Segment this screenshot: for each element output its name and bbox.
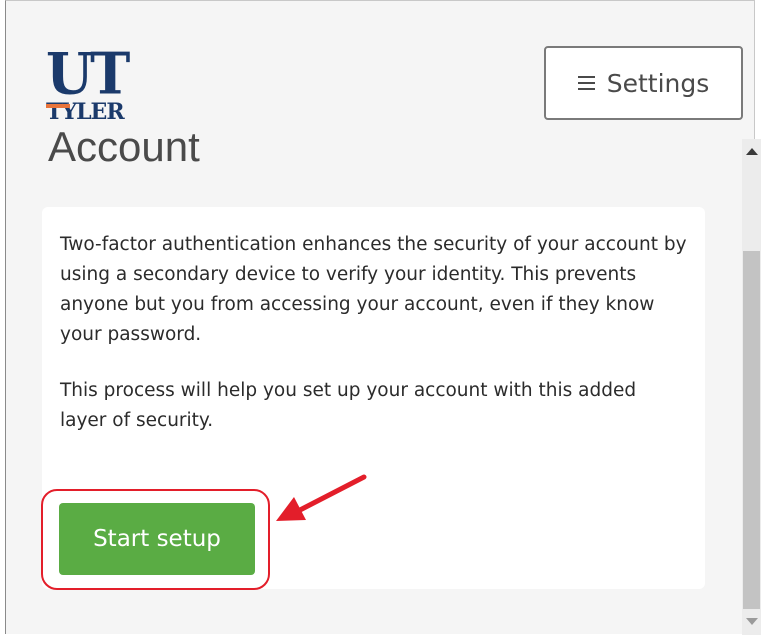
hamburger-menu-icon xyxy=(577,76,595,90)
logo-tyler-row: TYLER xyxy=(46,101,127,123)
vertical-scrollbar[interactable] xyxy=(742,139,761,635)
page-title: Account xyxy=(48,123,200,170)
intro-paragraph-1: Two-factor authentication enhances the s… xyxy=(60,234,687,345)
logo-tyler-text: TYLER xyxy=(46,99,125,125)
scroll-down-arrow-icon[interactable] xyxy=(742,611,761,631)
logo-ut-text: UT xyxy=(46,39,130,107)
logo-orange-bar xyxy=(46,104,70,108)
ut-tyler-logo: UT TYLER xyxy=(46,39,130,123)
scroll-up-arrow-icon[interactable] xyxy=(742,141,761,161)
settings-button-label: Settings xyxy=(606,68,710,98)
red-arrow-icon xyxy=(276,474,367,521)
scrollbar-thumb[interactable] xyxy=(743,251,760,609)
settings-button[interactable]: Settings xyxy=(544,46,743,120)
start-setup-button[interactable]: Start setup xyxy=(59,503,255,575)
intro-paragraph-2: This process will help you set up your a… xyxy=(60,380,637,431)
